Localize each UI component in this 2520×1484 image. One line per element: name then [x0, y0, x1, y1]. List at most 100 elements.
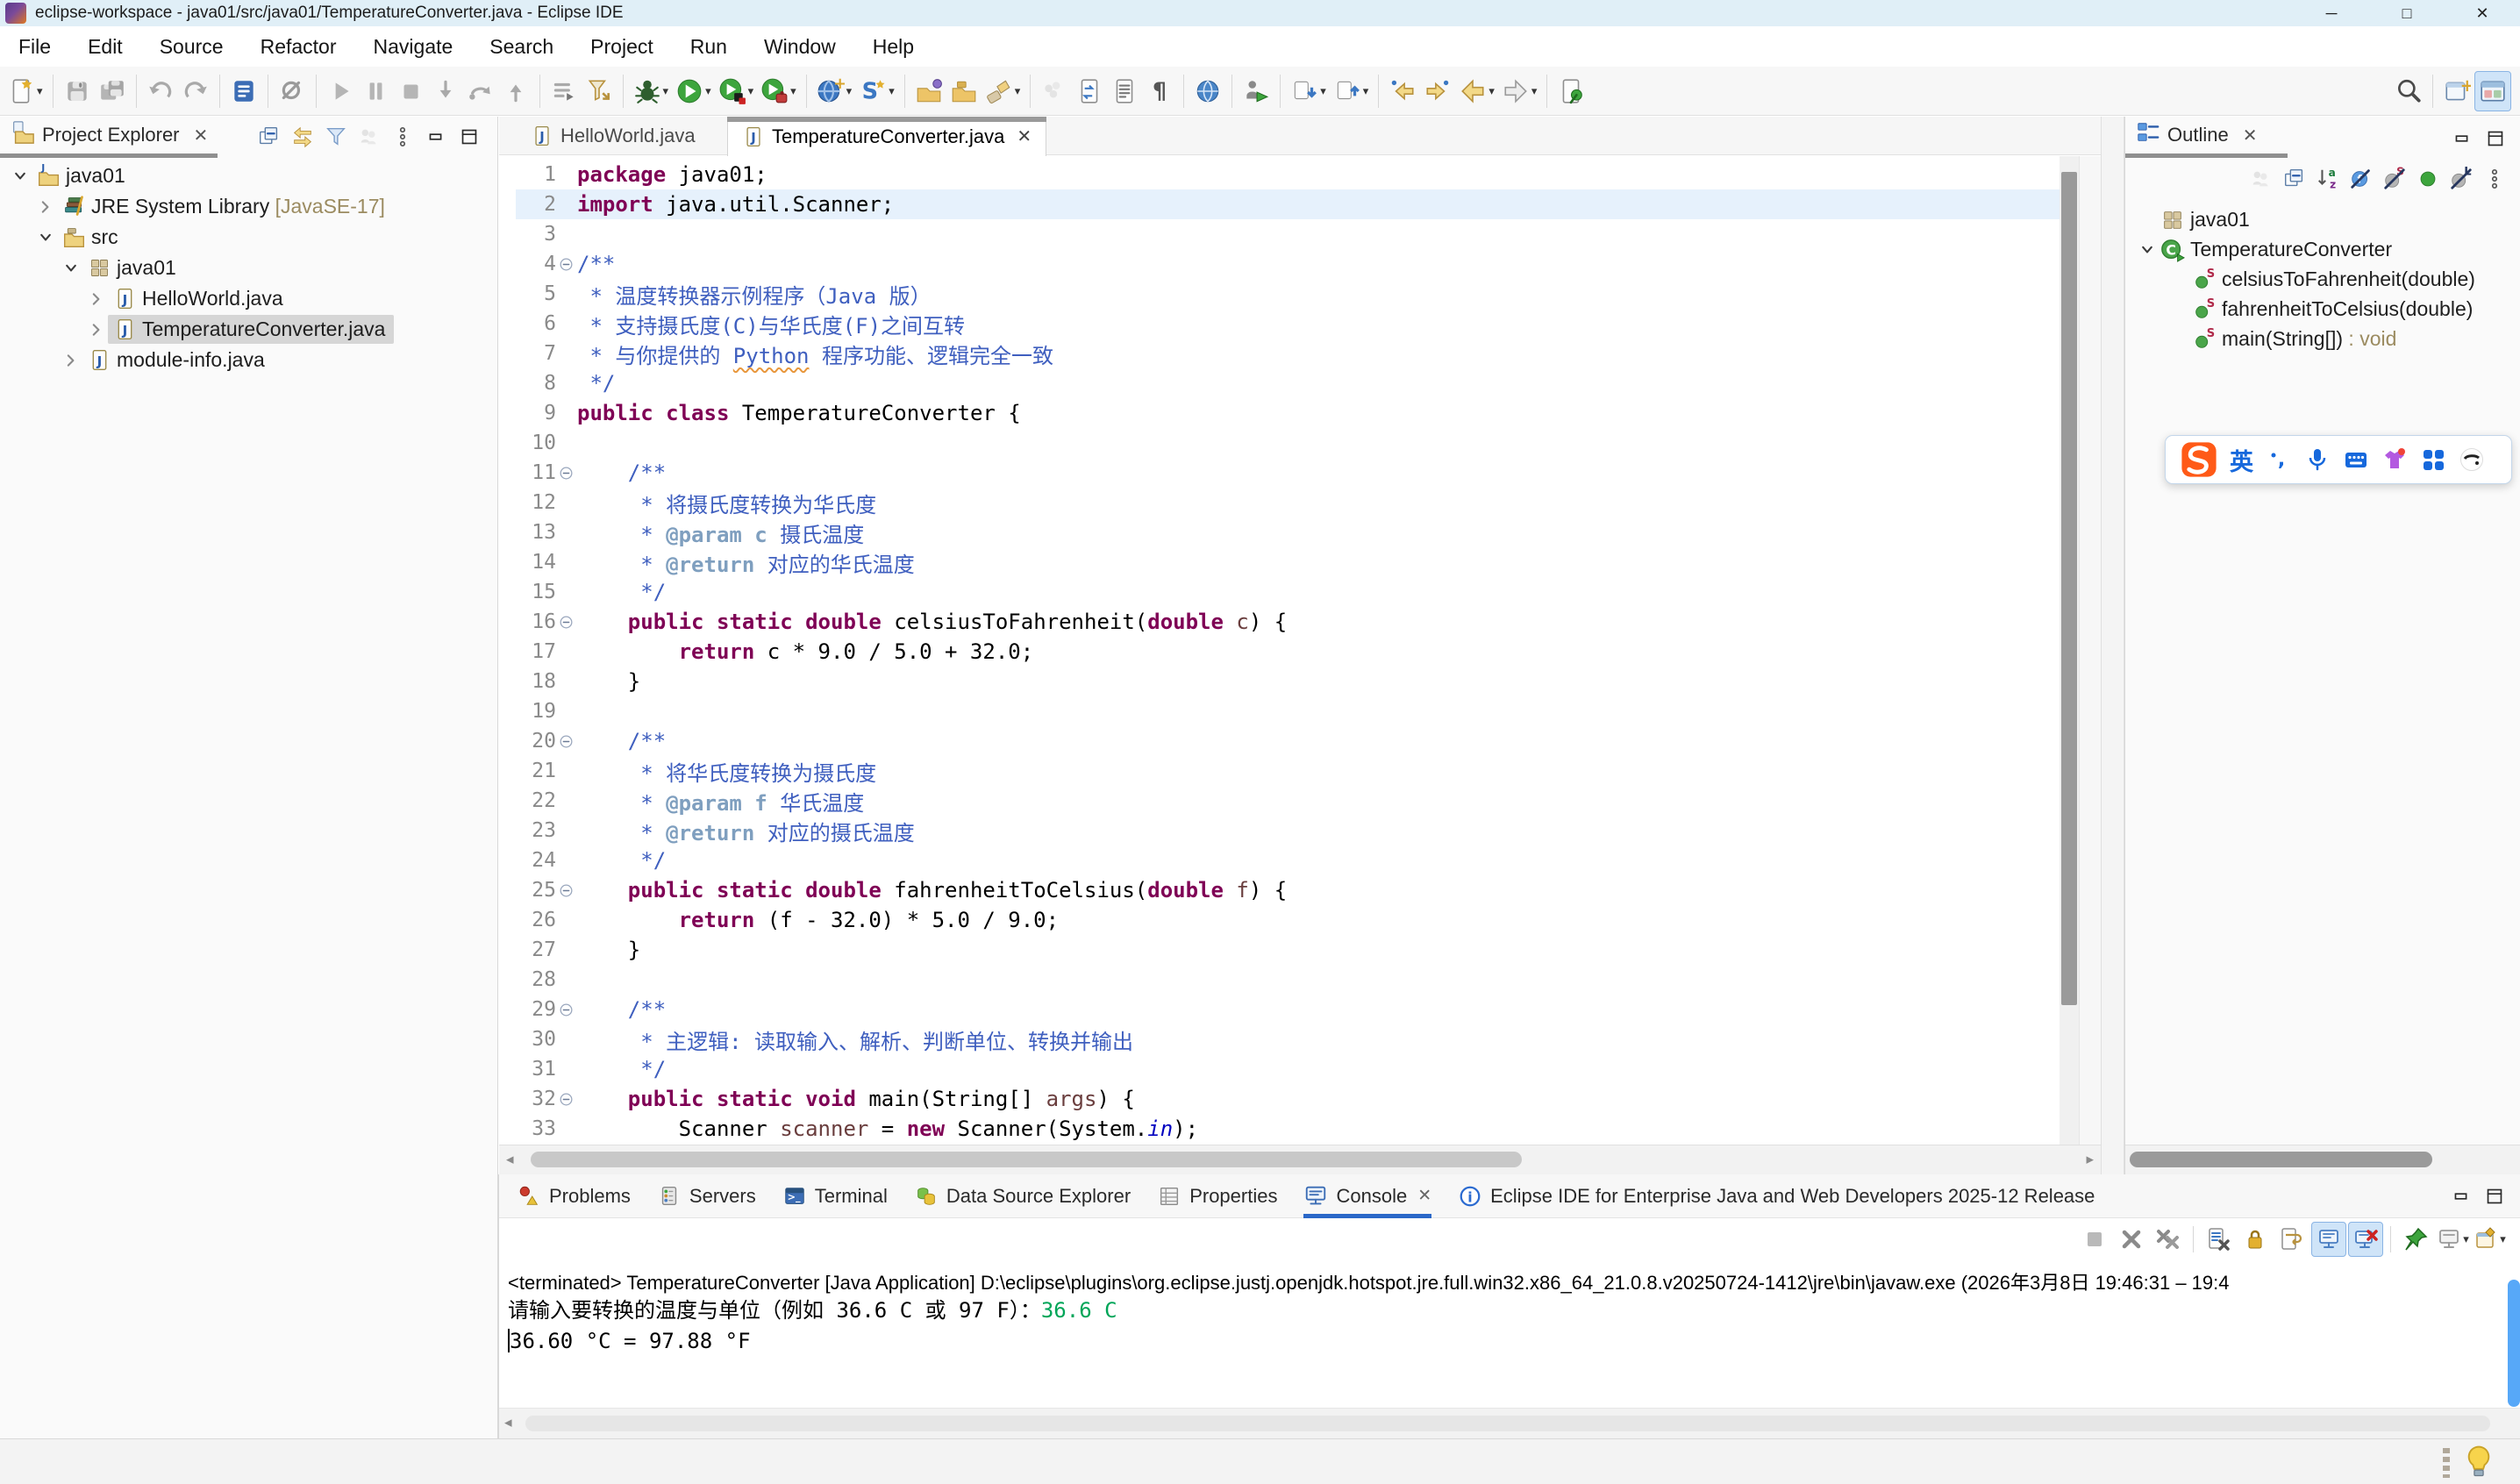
toolbar-button-prev-edit-location[interactable]: [1385, 72, 1420, 111]
fold-collapse-icon[interactable]: [556, 733, 575, 750]
dropdown-arrow-icon[interactable]: ▾: [705, 84, 711, 98]
close-project-explorer-icon[interactable]: ✕: [194, 125, 209, 146]
menu-source[interactable]: Source: [141, 26, 242, 67]
dropdown-arrow-icon[interactable]: ▾: [1531, 84, 1538, 98]
menu-window[interactable]: Window: [746, 26, 854, 67]
outline-hide-fields-icon[interactable]: f: [2345, 162, 2378, 196]
toolbar-button-external-tools[interactable]: ▾: [757, 72, 800, 111]
dropdown-arrow-icon[interactable]: ▾: [1320, 84, 1326, 98]
editor-vertical-scrollbar[interactable]: [2060, 156, 2079, 1145]
ime-punctuation-icon[interactable]: ,: [2266, 446, 2292, 473]
toolbar-button-pin-editor[interactable]: [1553, 72, 1588, 111]
chevron-down-icon[interactable]: [60, 258, 82, 279]
menu-project[interactable]: Project: [572, 26, 672, 67]
toolbar-button-show-whitespace[interactable]: ¶: [1142, 72, 1177, 111]
console-tab-console[interactable]: Console✕: [1303, 1174, 1431, 1218]
dropdown-arrow-icon[interactable]: ▾: [663, 84, 669, 98]
chevron-down-icon[interactable]: [2136, 239, 2159, 260]
editor-tab-helloworld-java[interactable]: JHelloWorld.java: [517, 117, 710, 155]
console-display-console-icon[interactable]: ▾: [2435, 1222, 2470, 1257]
close-tab-icon[interactable]: ✕: [1017, 125, 1032, 147]
ime-mascot-icon[interactable]: [2459, 446, 2485, 473]
maximize-window-button[interactable]: □: [2369, 0, 2445, 26]
fold-collapse-icon[interactable]: [556, 1002, 575, 1018]
dropdown-arrow-icon[interactable]: ▾: [37, 84, 43, 98]
overview-ruler[interactable]: [2079, 156, 2101, 1145]
outline-item-celsiustofahrenheit-double-[interactable]: ScelsiusToFahrenheit(double): [2167, 264, 2481, 295]
toolbar-button-run-on-server[interactable]: [1239, 72, 1274, 111]
console-scroll-left-icon[interactable]: ◂: [504, 1414, 512, 1431]
console-word-wrap-icon[interactable]: [2274, 1222, 2309, 1257]
close-console-icon[interactable]: ✕: [1417, 1186, 1431, 1206]
ime-language-toggle[interactable]: 英: [2230, 443, 2253, 477]
menu-navigate[interactable]: Navigate: [355, 26, 472, 67]
toolbar-button-new-web-project[interactable]: +▾: [813, 72, 856, 111]
outline-item-main-string-[interactable]: Smain(String[]) : void: [2167, 324, 2402, 354]
editor-vertical-scrollbar-thumb[interactable]: [2061, 172, 2077, 1005]
outline-collapse-all-icon[interactable]: [2278, 162, 2311, 196]
console-tab-properties[interactable]: Properties: [1157, 1174, 1277, 1218]
tree-item-src[interactable]: src: [34, 222, 127, 253]
console-clear-console-icon[interactable]: [2201, 1222, 2236, 1257]
project-explorer-collapse-all-icon[interactable]: [253, 120, 286, 153]
dropdown-arrow-icon[interactable]: ▾: [2463, 1232, 2469, 1246]
toolbar-button-skip-breakpoints[interactable]: [275, 72, 310, 111]
project-explorer-filters-icon[interactable]: [319, 120, 353, 153]
toolbar-button-import[interactable]: [911, 72, 946, 111]
toolbar-button-search-flashlight[interactable]: ▾: [982, 72, 1024, 111]
menu-edit[interactable]: Edit: [69, 26, 141, 67]
toolbar-button-suspend[interactable]: [358, 72, 393, 111]
console-open-console-icon[interactable]: ▾: [2472, 1222, 2507, 1257]
scroll-right-icon[interactable]: ▸: [2086, 1151, 2094, 1168]
toolbar-button-step-filters[interactable]: [582, 72, 617, 111]
code-editor[interactable]: 1package java01;2import java.util.Scanne…: [499, 156, 2060, 1145]
console-horizontal-scrollbar[interactable]: ◂: [499, 1408, 2520, 1438]
toolbar-button-next-edit-location[interactable]: [1420, 72, 1455, 111]
toolbar-button-export[interactable]: [946, 72, 982, 111]
toolbar-button-run[interactable]: ▾: [672, 72, 715, 111]
editor-tab-temperatureconverter-java[interactable]: JTemperatureConverter.java✕: [727, 117, 1046, 156]
toolbar-button-open-perspective[interactable]: +: [2439, 72, 2474, 111]
menu-help[interactable]: Help: [854, 26, 932, 67]
outline-hide-non-public-icon[interactable]: [2411, 162, 2445, 196]
chevron-right-icon[interactable]: [85, 319, 108, 340]
console-tab-data-source-explorer[interactable]: Data Source Explorer: [914, 1174, 1131, 1218]
project-explorer-view-menu-icon[interactable]: [386, 120, 419, 153]
editor-horizontal-scrollbar[interactable]: ◂ ▸: [499, 1145, 2101, 1174]
editor-horizontal-scrollbar-thumb[interactable]: [531, 1152, 1522, 1167]
toolbar-button-new-servlet[interactable]: S▾: [855, 72, 898, 111]
project-explorer-minimize-icon[interactable]: [419, 120, 453, 153]
menu-run[interactable]: Run: [672, 26, 746, 67]
sogou-logo-icon[interactable]: [2181, 441, 2217, 478]
fold-collapse-icon[interactable]: [556, 465, 575, 482]
toolbar-button-launch-group[interactable]: [546, 72, 582, 111]
project-explorer-link-with-editor-icon[interactable]: [286, 120, 319, 153]
outline-view-menu-icon[interactable]: [2478, 162, 2511, 196]
toolbar-button-undo[interactable]: [143, 72, 178, 111]
tab-outline[interactable]: Outline ✕: [2136, 120, 2257, 150]
toolbar-button-back[interactable]: ▾: [1455, 72, 1498, 111]
toolbar-button-commit[interactable]: ▾: [1330, 72, 1373, 111]
fold-collapse-icon[interactable]: [556, 882, 575, 899]
toolbar-button-forward[interactable]: ▾: [1498, 72, 1541, 111]
console-remove-all-terminated-icon[interactable]: [2151, 1222, 2186, 1257]
chevron-down-icon[interactable]: [9, 166, 32, 187]
tree-item-module-info-java[interactable]: Jmodule-info.java: [60, 345, 274, 375]
ime-mic-icon[interactable]: [2304, 446, 2331, 473]
ime-keyboard-icon[interactable]: [2343, 446, 2369, 473]
console-terminate-icon[interactable]: [2077, 1222, 2112, 1257]
console-scroll-lock-icon[interactable]: [2238, 1222, 2273, 1257]
chevron-right-icon[interactable]: [34, 196, 57, 218]
outline-focus-icon[interactable]: [2245, 162, 2278, 196]
dropdown-arrow-icon[interactable]: ▾: [889, 84, 895, 98]
dropdown-arrow-icon[interactable]: ▾: [1015, 84, 1021, 98]
maximize-outline-icon[interactable]: [2479, 122, 2512, 155]
minimize-outline-icon[interactable]: [2445, 122, 2479, 155]
outline-horizontal-scrollbar-thumb[interactable]: [2130, 1152, 2432, 1167]
console-pin-console-icon[interactable]: [2398, 1222, 2433, 1257]
toolbar-button-coverage[interactable]: ▾: [715, 72, 758, 111]
outline-hide-static-icon[interactable]: S: [2378, 162, 2411, 196]
tree-item-java01[interactable]: java01: [60, 253, 185, 283]
menu-search[interactable]: Search: [471, 26, 572, 67]
tree-item-java01[interactable]: Jjava01: [9, 161, 134, 191]
